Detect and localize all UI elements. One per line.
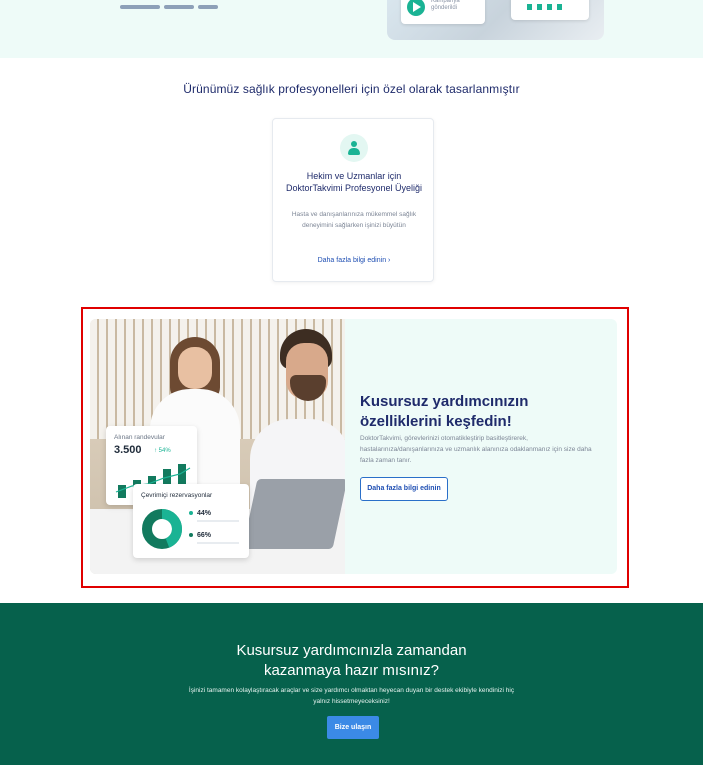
feature-title: Kusursuz yardımcınızın özelliklerini keş… — [360, 393, 529, 430]
reservations-card: Çevrimiçi rezervasyonlar 44% 66% — [133, 484, 249, 558]
product-card[interactable]: Hekim ve Uzmanlar için DoktorTakvimi Pro… — [272, 118, 434, 282]
hero-section: Kampanya gönderildi — [0, 0, 703, 58]
reservations-donut-chart — [142, 509, 182, 549]
product-description: Hasta ve danışanlarınıza mükemmel sağlık… — [291, 211, 417, 229]
hero-text-fragment — [120, 0, 250, 9]
reservation-row: 66% — [189, 532, 239, 544]
reservation-row: 44% — [189, 510, 239, 522]
appointments-growth-badge: ↑ 54% — [154, 448, 171, 454]
hero-image: Kampanya gönderildi — [387, 0, 604, 40]
section-title: Ürünümüz sağlık profesyonelleri için öze… — [183, 82, 520, 96]
product-title: Hekim ve Uzmanlar için DoktorTakvimi Pro… — [285, 171, 423, 193]
cta-title: Kusursuz yardımcınızla zamandan kazanmay… — [0, 641, 703, 681]
reservations-label: Çevrimiçi rezervasyonlar — [141, 492, 213, 499]
send-icon — [407, 0, 425, 16]
doctor-patient-photo: Alınan randevular 3.500 ↑ 54% Çevrimiçi … — [90, 319, 345, 574]
cta-title-line: kazanmaya hazır mısınız? — [263, 662, 440, 679]
contact-us-button[interactable]: Bize ulaşın — [327, 716, 379, 739]
mini-chart-card — [511, 0, 589, 20]
reservation-value: 44% — [197, 510, 212, 517]
product-link-label: Daha fazla bilgi edinin — [317, 257, 387, 264]
feature-description: DoktorTakvimi, görevlerinizi otomatikleş… — [360, 435, 592, 464]
reservation-value: 66% — [197, 532, 212, 539]
feature-learn-more-button[interactable]: Daha fazla bilgi edinin — [360, 477, 448, 501]
campaign-card-label: Kampanya gönderildi — [431, 0, 460, 11]
product-learn-more-link[interactable]: Daha fazla bilgi edinin › — [273, 257, 435, 264]
cta-title-line: Kusursuz yardımcınızla zamandan — [236, 642, 467, 659]
doctor-icon — [340, 134, 368, 162]
cta-description: İşinizi tamamen kolaylaştıracak araçlar … — [188, 687, 515, 705]
campaign-card: Kampanya gönderildi — [401, 0, 485, 24]
appointments-value: 3.500 — [114, 444, 142, 456]
cta-section: Kusursuz yardımcınızla zamandan kazanmay… — [0, 603, 703, 765]
feature-panel: Alınan randevular 3.500 ↑ 54% Çevrimiçi … — [90, 319, 617, 574]
chevron-right-icon: › — [388, 257, 391, 264]
appointments-label: Alınan randevular — [114, 434, 165, 441]
